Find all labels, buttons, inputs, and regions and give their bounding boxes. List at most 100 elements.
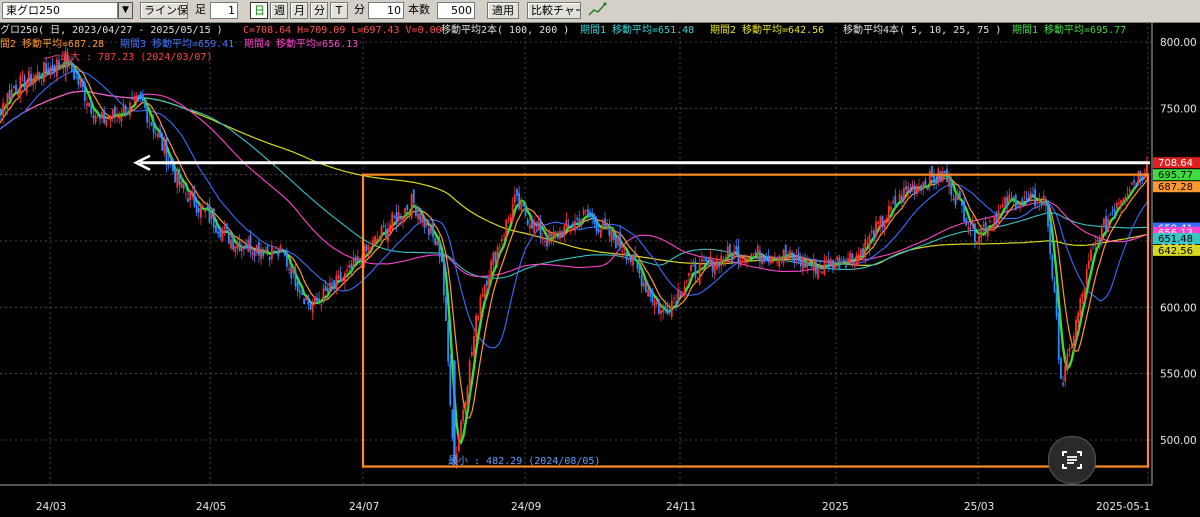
ma5-line <box>0 59 1148 446</box>
count-input[interactable]: 500 <box>437 2 475 19</box>
period-month-button[interactable]: 月 <box>290 2 308 19</box>
candle-body <box>1109 214 1112 216</box>
price-chart[interactable]: 500.00550.00600.00650.00700.00750.00800.… <box>0 22 1200 517</box>
compare-chart-button[interactable]: 比較チャート <box>527 2 581 19</box>
candle-body <box>1133 180 1135 183</box>
candle-body <box>875 221 877 237</box>
candle-body <box>243 246 245 250</box>
candle-body <box>17 93 20 96</box>
candle-body <box>479 297 482 315</box>
candle-body <box>688 272 690 276</box>
candle-body <box>275 248 278 250</box>
candle-body <box>189 191 192 201</box>
candle-body <box>634 253 637 262</box>
candle-body <box>337 275 340 280</box>
candle-body <box>638 265 641 274</box>
candle-body <box>857 253 860 260</box>
candle-body <box>1079 298 1082 317</box>
candle-body <box>561 231 563 238</box>
candle-body <box>743 257 746 264</box>
candle-body <box>1014 194 1017 211</box>
candle-body <box>251 252 254 256</box>
scan-text-button[interactable] <box>1048 436 1096 484</box>
period-tick-button[interactable]: T <box>330 2 348 19</box>
candle-body <box>759 250 761 262</box>
apply-button[interactable]: 適用 <box>487 2 519 19</box>
candle-body <box>627 258 630 260</box>
candle-body <box>1135 183 1138 185</box>
candle-body <box>501 238 503 242</box>
candle-body <box>460 420 462 439</box>
candle-body <box>1105 216 1107 231</box>
candle-body <box>907 186 910 192</box>
candle-body <box>219 229 222 238</box>
candle-body <box>918 186 920 188</box>
candle-body <box>645 281 647 293</box>
line-save-button[interactable]: ライン保存 <box>140 2 188 19</box>
candle-body <box>528 224 531 229</box>
candle-body <box>154 134 157 136</box>
foot-input[interactable]: 1 <box>210 2 238 19</box>
candle-body <box>180 181 183 188</box>
candle-body <box>892 200 895 203</box>
candle-body <box>415 206 417 216</box>
candle-body <box>202 206 204 208</box>
candle-body <box>402 216 404 223</box>
period-week-button[interactable]: 週 <box>270 2 288 19</box>
candle-body <box>1060 358 1062 380</box>
candle-body <box>924 180 927 187</box>
candle-body <box>464 401 467 409</box>
ma100-line <box>0 90 1147 279</box>
candle-body <box>172 158 174 172</box>
candle-body <box>1023 196 1026 198</box>
candle-body <box>655 303 658 305</box>
candle-body <box>670 300 673 317</box>
candle-body <box>619 232 622 248</box>
candle-body <box>595 221 598 232</box>
candle-body <box>43 62 45 83</box>
candle-body <box>589 211 591 218</box>
time-tick-label: 24/09 <box>511 501 541 513</box>
candle-body <box>103 110 106 123</box>
minute-input[interactable]: 10 <box>368 2 404 19</box>
period-day-button[interactable]: 日 <box>250 2 268 19</box>
chevron-down-icon[interactable]: ▼ <box>118 2 133 19</box>
candle-body <box>552 231 555 242</box>
candle-body <box>473 336 475 356</box>
candle-body <box>258 241 260 256</box>
candle-body <box>956 195 959 201</box>
candle-body <box>427 227 430 235</box>
candle-body <box>1122 199 1125 203</box>
candle-body <box>511 204 514 222</box>
candle-body <box>1044 199 1047 205</box>
candle-body <box>834 262 837 270</box>
candle-body <box>752 253 755 255</box>
candle-body <box>339 272 342 283</box>
time-tick-label: 24/11 <box>666 501 696 513</box>
candle-body <box>898 193 901 202</box>
candle-body <box>623 253 626 255</box>
candle-body <box>245 244 247 249</box>
candle-body <box>617 235 619 246</box>
period-minute-button[interactable]: 分 <box>310 2 328 19</box>
candle-body <box>77 73 80 85</box>
candle-body <box>1075 319 1077 338</box>
candle-body <box>814 260 817 275</box>
candle-body <box>494 251 497 263</box>
candle-body <box>225 223 228 229</box>
symbol-combo[interactable]: 東グロ250 <box>2 2 118 19</box>
candle-body <box>395 212 398 224</box>
candle-body <box>387 228 389 242</box>
candle-body <box>200 204 202 218</box>
info-ma4-period3: 期間3 移動平均=659.41 <box>120 37 234 50</box>
candle-body <box>408 213 411 215</box>
candle-body <box>178 168 181 185</box>
candle-body <box>982 224 985 227</box>
candle-body <box>430 227 432 234</box>
candle-body <box>571 223 574 227</box>
candle-body <box>105 119 108 126</box>
candle-body <box>958 191 961 198</box>
candle-body <box>509 217 512 221</box>
trendline-icon[interactable] <box>587 2 607 19</box>
candle-body <box>842 259 845 263</box>
